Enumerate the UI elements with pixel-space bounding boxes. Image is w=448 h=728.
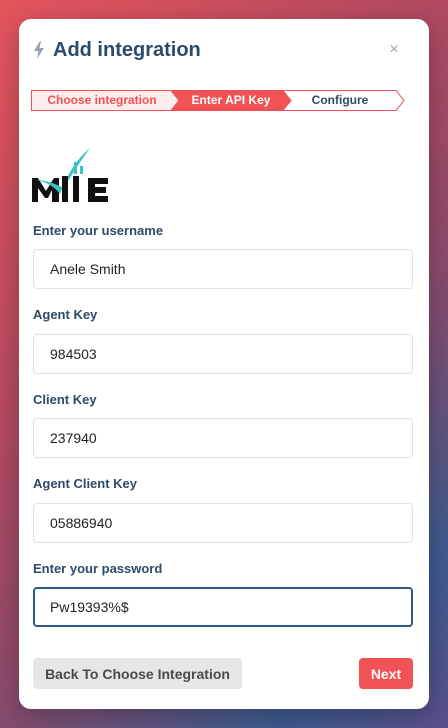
step-enter-api-key: Enter API Key: [191, 93, 271, 107]
stepper: Choose integration Enter API Key Configu…: [31, 90, 405, 111]
password-label: Enter your password: [33, 561, 163, 576]
username-input[interactable]: [33, 249, 413, 289]
agent-client-key-label: Agent Client Key: [33, 476, 138, 491]
lightning-bolt-icon: [34, 41, 44, 59]
step-choose-integration[interactable]: Choose integration: [31, 90, 173, 111]
username-label: Enter your username: [33, 223, 164, 238]
add-integration-modal: Add integration × Choose integration Ent…: [19, 19, 429, 709]
step-configure: Configure: [311, 93, 369, 107]
client-key-input[interactable]: [33, 418, 413, 458]
close-icon[interactable]: ×: [385, 41, 403, 59]
modal-title: Add integration: [53, 39, 201, 61]
agent-key-input[interactable]: [33, 334, 413, 374]
mie-logo-icon: [32, 148, 108, 202]
next-button[interactable]: Next: [359, 658, 413, 689]
agent-key-label: Agent Key: [33, 307, 98, 322]
password-input[interactable]: [33, 587, 413, 627]
agent-client-key-input[interactable]: [33, 503, 413, 543]
back-to-choose-integration-button[interactable]: Back To Choose Integration: [33, 658, 242, 689]
modal-header: Add integration ×: [33, 37, 415, 63]
client-key-label: Client Key: [33, 392, 97, 407]
